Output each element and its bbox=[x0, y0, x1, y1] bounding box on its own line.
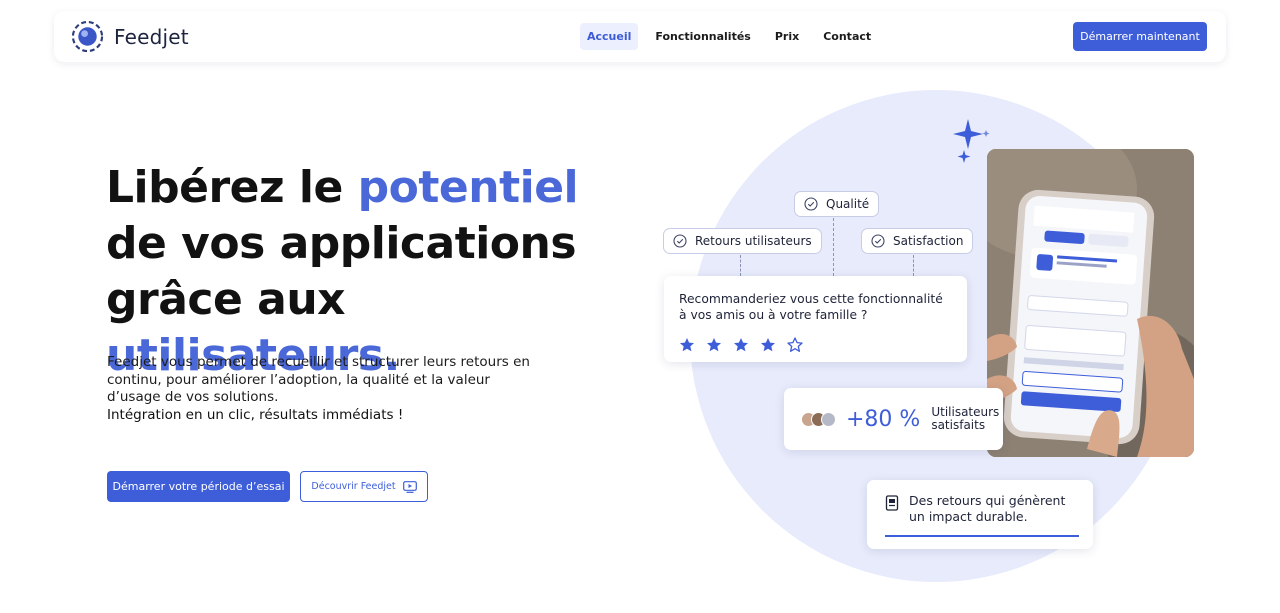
nav-links: Accueil Fonctionnalités Prix Contact bbox=[580, 23, 888, 50]
star-filled-icon[interactable] bbox=[706, 337, 722, 353]
stat-label: Utilisateurs satisfaits bbox=[931, 406, 999, 432]
star-filled-icon[interactable] bbox=[760, 337, 776, 353]
tag-qualite-label: Qualité bbox=[826, 197, 870, 211]
avatar bbox=[821, 411, 836, 427]
start-now-button[interactable]: Démarrer maintenant bbox=[1073, 22, 1207, 51]
impact-progress-fill bbox=[885, 535, 1079, 537]
discover-feedjet-label: Découvrir Feedjet bbox=[311, 481, 396, 492]
stat-label-line2: satisfaits bbox=[931, 418, 986, 432]
star-rating bbox=[679, 337, 952, 353]
hero-description: Feedjet vous permet de recueillir et str… bbox=[107, 354, 537, 424]
satisfaction-stat-card: +80 % Utilisateurs satisfaits bbox=[784, 388, 1003, 450]
top-navbar: Feedjet Accueil Fonctionnalités Prix Con… bbox=[54, 11, 1226, 62]
hero-description-text: Feedjet vous permet de recueillir et str… bbox=[107, 354, 530, 405]
brand-logo-link[interactable]: Feedjet bbox=[71, 20, 189, 53]
phone-photo bbox=[987, 149, 1194, 457]
hero-title-accent-potentiel: potentiel bbox=[357, 162, 579, 213]
tag-satisfaction-label: Satisfaction bbox=[893, 234, 964, 248]
start-trial-button[interactable]: Démarrer votre période d’essai bbox=[107, 471, 290, 502]
nav-link-fonctionnalites[interactable]: Fonctionnalités bbox=[648, 23, 757, 50]
document-icon bbox=[885, 495, 899, 511]
hero-title-part1: Libérez le bbox=[106, 162, 358, 213]
star-empty-icon[interactable] bbox=[787, 337, 803, 353]
tag-retours-utilisateurs-label: Retours utilisateurs bbox=[695, 234, 812, 248]
stat-value: +80 % bbox=[846, 406, 921, 432]
feedjet-logo-icon bbox=[71, 20, 104, 53]
nav-link-accueil[interactable]: Accueil bbox=[580, 23, 639, 50]
nav-link-contact[interactable]: Contact bbox=[816, 23, 878, 50]
user-avatars bbox=[801, 411, 836, 427]
impact-text: Des retours qui génèrent un impact durab… bbox=[909, 493, 1066, 524]
rating-question-card: Recommanderiez vous cette fonctionnalité… bbox=[664, 276, 967, 362]
tag-retours-utilisateurs: Retours utilisateurs bbox=[663, 228, 822, 254]
brand-name: Feedjet bbox=[114, 24, 189, 49]
check-circle-icon bbox=[804, 197, 818, 211]
tag-qualite: Qualité bbox=[794, 191, 880, 217]
nav-link-prix[interactable]: Prix bbox=[768, 23, 806, 50]
star-filled-icon[interactable] bbox=[679, 337, 695, 353]
phone-in-hand-image bbox=[987, 149, 1194, 457]
discover-feedjet-button[interactable]: Découvrir Feedjet bbox=[300, 471, 428, 502]
hero-highlight-text: Intégration en un clic, résultats immédi… bbox=[107, 406, 404, 423]
rating-question-text: Recommanderiez vous cette fonctionnalité… bbox=[679, 292, 943, 322]
check-circle-icon bbox=[673, 234, 687, 248]
impact-progress-bar bbox=[885, 535, 1079, 537]
tag-satisfaction: Satisfaction bbox=[861, 228, 974, 254]
star-filled-icon[interactable] bbox=[733, 337, 749, 353]
connector-line bbox=[913, 255, 914, 276]
impact-card: Des retours qui génèrent un impact durab… bbox=[867, 480, 1093, 549]
video-play-icon bbox=[402, 480, 417, 493]
sparkle-icon bbox=[953, 119, 990, 163]
connector-line bbox=[740, 255, 741, 276]
hero-title: Libérez le potentiel de vos applications… bbox=[106, 160, 626, 384]
connector-line bbox=[833, 218, 834, 276]
check-circle-icon bbox=[871, 234, 885, 248]
hero-title-part2: de vos applications grâce aux bbox=[106, 218, 577, 325]
